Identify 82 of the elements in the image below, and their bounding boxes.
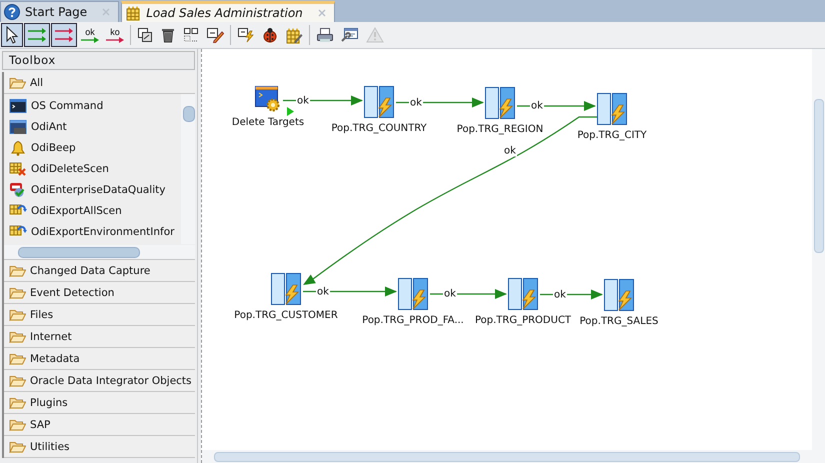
bell-icon [9, 140, 27, 156]
window-icon [9, 118, 27, 134]
step-label: Pop.TRG_CUSTOMER [234, 310, 338, 321]
link-arrow[interactable] [283, 96, 363, 106]
interface-step-icon[interactable] [508, 278, 538, 310]
interface-step-icon[interactable] [597, 93, 627, 125]
folder-icon [9, 76, 26, 88]
link-arrow[interactable] [430, 289, 507, 299]
toolbox-title: Toolbox [2, 51, 195, 70]
arrow-icon [106, 36, 124, 42]
step-label: Pop.TRG_SALES [580, 316, 658, 327]
tool-item[interactable]: OS Command [4, 95, 183, 116]
pointer-icon [4, 26, 20, 44]
command-step-icon[interactable] [255, 86, 281, 112]
tool-item[interactable]: OdiEnterpriseDataQuality [4, 179, 183, 200]
link-label: ok [503, 146, 517, 156]
trash-icon [160, 27, 176, 43]
step-label: Pop.TRG_REGION [456, 124, 544, 135]
interface-step-icon[interactable] [485, 87, 515, 119]
tool-item[interactable]: OdiAnt [4, 116, 183, 137]
step-label: Pop.TRG_PRODUCT [474, 315, 572, 326]
link-tool-button[interactable]: ok [78, 23, 102, 47]
double-arrow-icon [54, 26, 74, 44]
link-label: ok [553, 289, 567, 300]
package-edit-icon [285, 26, 303, 44]
grid-layout-icon [183, 27, 199, 43]
terminal-icon [9, 98, 27, 114]
link-arrow[interactable] [540, 290, 603, 300]
folder-icon [9, 374, 26, 386]
link-label: ok [316, 286, 330, 297]
horizontal-scrollbar[interactable] [202, 450, 825, 463]
tab-label: Start Page [25, 5, 88, 19]
link-label: ok [530, 100, 544, 112]
edit-icon [206, 27, 224, 43]
folder-icon [9, 330, 26, 342]
check-icon [9, 182, 27, 198]
folder-icon [9, 286, 26, 298]
link-label: ok [443, 288, 457, 300]
folder-icon [9, 418, 26, 430]
help-icon [4, 4, 20, 20]
link-tool-button[interactable]: ko [103, 23, 127, 47]
tool-item[interactable]: OdiExportAllScen [4, 200, 183, 221]
warning-icon [366, 27, 384, 43]
editor-tab[interactable]: Load Sales Administration [121, 1, 335, 22]
folder-icon [9, 396, 26, 408]
interface-step-icon[interactable] [271, 273, 301, 305]
link-arrow[interactable] [517, 101, 596, 111]
duplicate-icon [137, 27, 153, 43]
tool-item[interactable]: OdiExportEnvironmentInfor [4, 221, 183, 242]
step-label: Pop.TRG_COUNTRY [331, 123, 427, 134]
toolbar-button[interactable] [24, 23, 50, 47]
step-label: Pop.TRG_CITY [577, 130, 647, 141]
folder-icon [9, 308, 26, 320]
double-arrow-icon [27, 26, 47, 44]
grid-delete-icon [9, 160, 27, 176]
step-label: Delete Targets [232, 117, 304, 128]
toolbar-button[interactable] [1, 23, 23, 47]
step-label: Pop.TRG_PROD_FA... [362, 315, 464, 326]
link-arrow[interactable] [396, 98, 484, 108]
vertical-scrollbar[interactable] [181, 94, 195, 244]
editor-tab[interactable]: Start Page [0, 1, 120, 22]
horizontal-scrollbar[interactable] [4, 245, 195, 259]
run-icon [237, 27, 255, 43]
tab-label: Load Sales Administration [146, 6, 303, 20]
tool-item[interactable]: OdiBeep [4, 137, 183, 158]
interface-step-icon[interactable] [398, 278, 428, 310]
link-label: ok [296, 95, 310, 106]
tool-item[interactable]: OdiDeleteScen [4, 158, 183, 179]
ladybug-icon [262, 27, 278, 43]
interface-step-icon[interactable] [604, 279, 634, 311]
interface-step-icon[interactable] [364, 86, 394, 118]
printer-icon [316, 27, 334, 43]
vertical-scrollbar[interactable] [812, 49, 825, 450]
folder-icon [9, 440, 26, 452]
arrow-icon [81, 36, 99, 42]
toolbar-button[interactable] [51, 23, 77, 47]
window-wrench-icon [341, 27, 359, 43]
folder-icon [9, 264, 26, 276]
package-icon [125, 5, 142, 21]
link-label: ok [409, 97, 423, 108]
link-arrow[interactable] [303, 286, 397, 296]
folder-icon [9, 352, 26, 364]
